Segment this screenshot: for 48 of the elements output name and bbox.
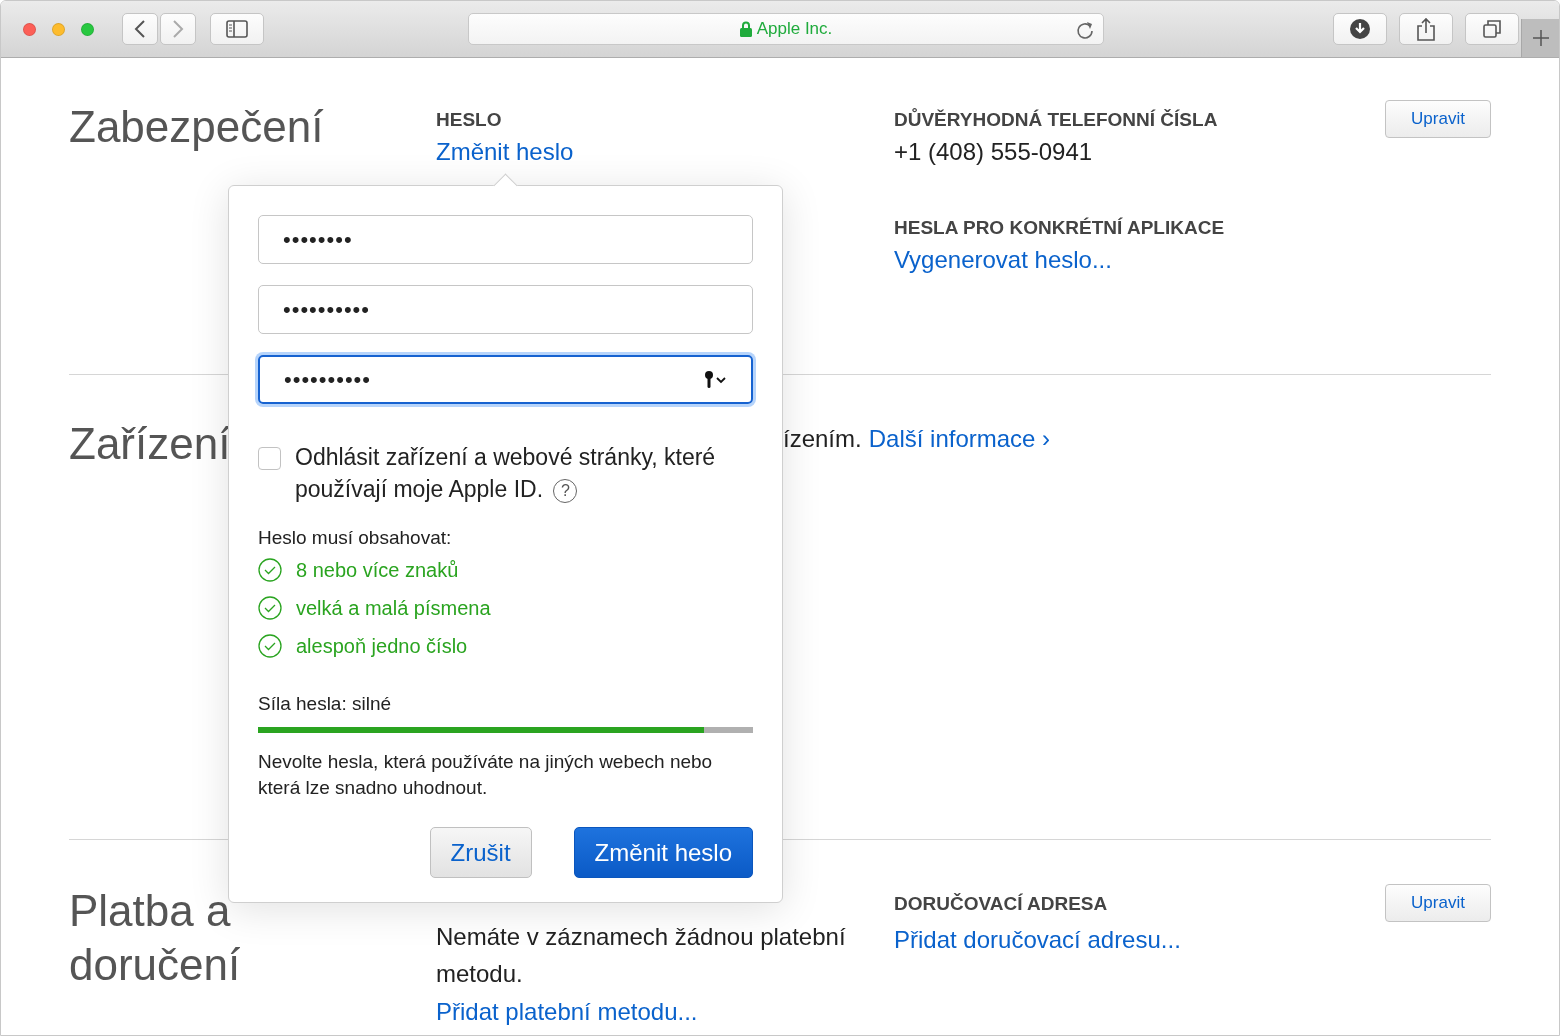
- strength-label: Síla hesla: silné: [258, 693, 393, 715]
- reload-icon[interactable]: [1075, 20, 1095, 40]
- checkbox[interactable]: [258, 447, 281, 470]
- window-control-icon[interactable]: [23, 22, 36, 36]
- section-heading: HESLA PRO KONKRÉTNÍ APLIKACE: [894, 216, 1225, 240]
- add-payment-link[interactable]: Přidat platební metodu...: [436, 994, 698, 1030]
- cancel-button[interactable]: Zrušit: [429, 827, 532, 878]
- section-title: Platba a doručení: [69, 885, 242, 991]
- password-field[interactable]: ••••••••••: [258, 355, 753, 404]
- key-icon[interactable]: [703, 369, 729, 390]
- password-field[interactable]: ••••••••: [258, 215, 753, 264]
- download-icon: [1349, 18, 1371, 40]
- edit-button[interactable]: Upravit: [1385, 100, 1491, 138]
- sidebar-button[interactable]: [210, 13, 264, 45]
- section-title: Zařízení: [69, 418, 231, 470]
- devices-description: ízením.: [783, 425, 862, 453]
- generate-password-link[interactable]: Vygenerovat heslo...: [894, 242, 1112, 278]
- forward-icon: [172, 19, 184, 39]
- new-tab-button[interactable]: [1521, 19, 1559, 57]
- share-button[interactable]: [1399, 13, 1453, 45]
- section-heading: HESLO: [436, 108, 502, 132]
- sidebar-icon: [226, 20, 248, 38]
- section-heading: DORUČOVACÍ ADRESA: [894, 892, 1108, 916]
- requirement-text: alespoň jedno číslo: [296, 634, 468, 658]
- payment-description: Nemáte v záznamech žádnou platební metodu.: [436, 922, 847, 989]
- password-field[interactable]: ••••••••••: [258, 285, 753, 334]
- download-button[interactable]: [1333, 13, 1387, 45]
- checkbox-label[interactable]: Odhlásit zařízení a webové stránky, které používají moje Apple ID. ?: [295, 441, 753, 505]
- phone-number: +1 (408) 555-0941: [894, 137, 1093, 167]
- more-info-link[interactable]: Další informace ›: [868, 425, 1051, 453]
- tabs-button[interactable]: [1465, 13, 1519, 45]
- requirement-text: velká a malá písmena: [296, 596, 491, 620]
- tabs-icon: [1482, 19, 1502, 39]
- back-button[interactable]: [122, 13, 158, 45]
- plus-icon: [1531, 29, 1550, 47]
- requirement-text: 8 nebo více znaků: [296, 558, 459, 582]
- change-password-button[interactable]: Změnit heslo: [573, 827, 753, 878]
- address-text: Apple Inc.: [756, 19, 833, 39]
- change-password-link[interactable]: Změnit heslo: [436, 134, 574, 170]
- address-bar[interactable]: Apple Inc.: [468, 13, 1104, 45]
- share-icon: [1416, 17, 1436, 41]
- back-icon: [134, 19, 146, 39]
- requirements-title: Heslo musí obsahovat:: [258, 526, 453, 550]
- edit-button[interactable]: Upravit: [1385, 884, 1491, 922]
- add-address-link[interactable]: Přidat doručovací adresu...: [894, 922, 1181, 958]
- section-heading: DŮVĚRYHODNÁ TELEFONNÍ ČÍSLA: [894, 107, 1218, 132]
- password-hint: Nevolte hesla, která používáte na jiných webech nebo která lze snadno uhodnout.: [258, 750, 714, 800]
- section-title: Zabezpečení: [69, 101, 324, 153]
